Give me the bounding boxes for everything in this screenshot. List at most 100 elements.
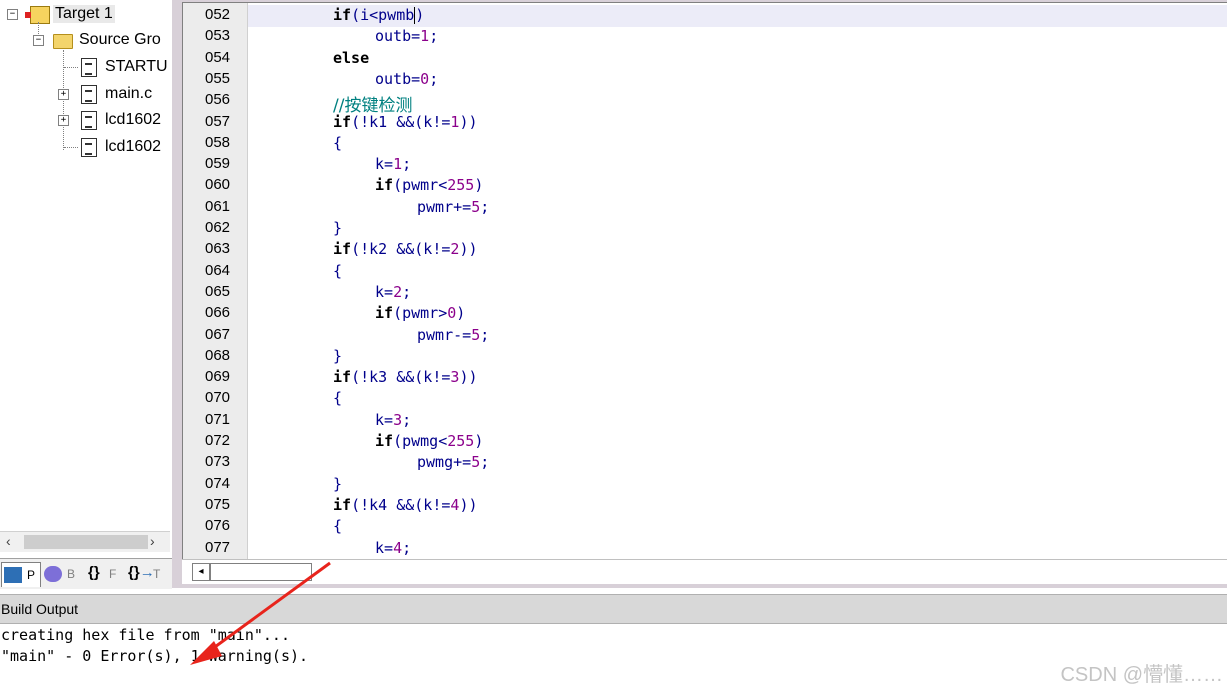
code-number: 5 [471,325,481,344]
tree-horizontal-scrollbar[interactable]: ‹ › [0,531,170,552]
line-number: 061 [205,197,231,215]
code-line[interactable]: if(i<pwmb) [333,6,424,24]
tab-label: F [109,567,117,581]
code-text: (!k2 &&(k!= [351,240,451,259]
code-line[interactable]: k=4; [375,539,411,557]
code-line[interactable]: k=3; [375,411,411,429]
code-line[interactable]: k=1; [375,155,411,173]
code-line[interactable]: outb=0; [375,70,438,88]
project-panel-tabs: P B {} F {}→ T [0,558,172,589]
code-text: (!k1 &&(k!= [351,112,451,131]
code-text: ; [402,282,412,301]
code-number: 0 [447,304,457,323]
scroll-left-icon[interactable]: ◂ [192,563,210,581]
code-text: (pwmg< [393,432,448,450]
scrollbar-thumb[interactable] [210,563,312,581]
line-number: 052 [205,6,231,23]
code-text: ) [415,6,425,24]
tree-item-file[interactable]: + lcd1602 [0,108,170,132]
code-number: 1 [393,155,403,174]
build-output-title: Build Output [1,601,79,617]
line-number: 053 [205,27,231,45]
tree-item-label: Target 1 [53,5,115,23]
code-text: ; [480,197,490,216]
code-text: ; [402,538,412,557]
code-line[interactable]: } [333,219,342,237]
code-text: } [333,346,343,365]
tree-connector [64,147,78,148]
code-line[interactable]: } [333,347,342,365]
code-editor[interactable]: 052 053 054 055 056 057 058 059 060 061 062 063 064 0… [182,2,1227,559]
tab-books[interactable]: B [42,562,80,586]
tree-item-label: main.c [105,85,153,102]
code-line[interactable]: { [333,134,342,152]
line-number: 060 [205,176,231,194]
project-tab-icon [4,567,22,583]
code-line[interactable]: if(!k4 &&(k!=4)) [333,496,478,514]
code-line[interactable]: k=2; [375,283,411,301]
line-number: 056 [205,91,231,109]
tab-templates[interactable]: {}→ T [126,562,164,586]
expand-toggle[interactable]: + [58,89,69,100]
tree-connector [64,67,78,68]
code-number: 5 [471,453,481,472]
code-text: )) [459,112,478,131]
tree-item-target[interactable]: − Target 1 [0,2,170,26]
code-keyword: if [333,6,352,24]
code-text: ) [474,432,484,450]
code-text: pwmr+= [417,197,472,216]
target-icon [25,6,50,24]
code-line[interactable]: { [333,262,342,280]
code-number: 255 [447,176,475,195]
code-line[interactable]: { [333,389,342,407]
code-line[interactable]: outb=1; [375,27,438,45]
templates-icon: {}→ [128,564,155,581]
line-number-gutter: 052 053 054 055 056 057 058 059 060 061 062 063 064 0… [183,3,248,559]
collapse-toggle[interactable]: − [33,35,44,46]
code-line[interactable]: if(pwmg<255) [375,432,483,450]
editor-horizontal-scrollbar[interactable]: ◂ [182,559,1227,584]
tab-functions[interactable]: {} F [84,562,122,586]
code-line[interactable]: pwmr+=5; [417,198,489,216]
tree-item-file[interactable]: STARTU [0,55,170,79]
code-line[interactable]: if(!k2 &&(k!=2)) [333,240,478,258]
code-text: )) [459,495,478,514]
expand-toggle[interactable]: + [58,115,69,126]
code-line[interactable]: if(pwmr<255) [375,176,483,194]
code-line[interactable]: pwmg+=5; [417,453,489,471]
code-line[interactable]: if(pwmr>0) [375,304,465,322]
file-icon [81,111,97,130]
build-output-panel[interactable]: creating hex file from "main"... "main" … [0,624,1227,690]
collapse-toggle[interactable]: − [7,9,18,20]
code-line[interactable]: else [333,49,369,67]
tab-project[interactable]: P [1,562,41,587]
code-text: )) [459,368,478,387]
line-number: 073 [205,453,231,471]
code-line[interactable]: { [333,517,342,535]
line-number: 063 [205,240,231,258]
code-text: (i<pwmb [351,6,415,24]
code-text: k= [375,410,394,429]
tree-item-label: lcd1602 [105,138,162,155]
scrollbar-thumb[interactable] [24,535,148,549]
code-line[interactable]: if(!k3 &&(k!=3)) [333,368,478,386]
code-number: 5 [471,197,481,216]
books-tab-icon [44,566,62,582]
code-text: { [333,261,343,280]
code-line[interactable]: if(!k1 &&(k!=1)) [333,113,478,131]
code-text: pwmr-= [417,325,472,344]
scroll-right-icon[interactable]: › [150,533,155,549]
code-number: 3 [393,410,403,429]
tree-item-source-group[interactable]: − Source Gro [0,28,170,52]
code-text: { [333,389,343,408]
code-line[interactable]: } [333,475,342,493]
scroll-left-icon[interactable]: ‹ [6,533,11,549]
line-number: 067 [205,325,231,343]
tree-item-file[interactable]: + main.c [0,82,170,106]
code-keyword: if [375,176,394,195]
code-keyword: if [333,240,352,259]
tree-item-file[interactable]: lcd1602 [0,135,170,159]
code-text: ) [474,176,484,195]
code-line[interactable]: pwmr-=5; [417,326,489,344]
code-number: 4 [393,538,403,557]
